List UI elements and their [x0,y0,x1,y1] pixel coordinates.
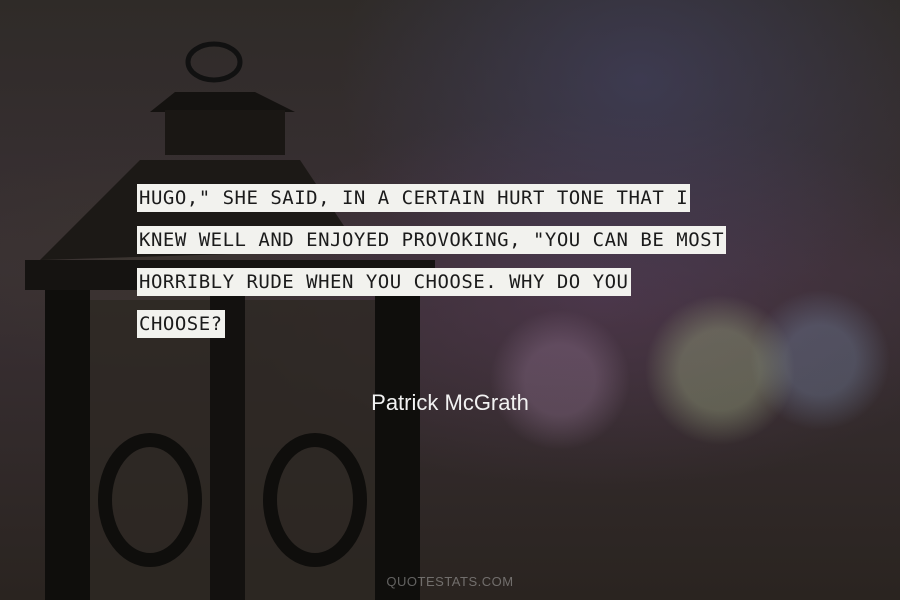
quote-line-3: HORRIBLY RUDE WHEN YOU CHOOSE. WHY DO YO… [137,267,777,309]
quote-line-1: HUGO," SHE SAID, IN A CERTAIN HURT TONE … [137,183,777,225]
site-watermark: QUOTESTATS.COM [386,574,514,589]
quote-text: HUGO," SHE SAID, IN A CERTAIN HURT TONE … [137,183,777,351]
quote-line-4: CHOOSE? [137,309,777,351]
quote-author: Patrick McGrath [371,390,529,415]
quote-line-2: KNEW WELL AND ENJOYED PROVOKING, "YOU CA… [137,225,777,267]
